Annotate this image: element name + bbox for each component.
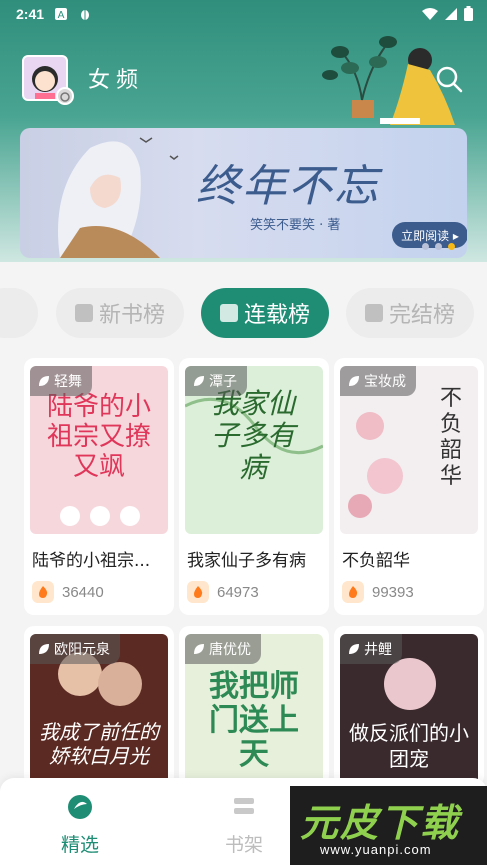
cover-title: 我家仙子多有病	[210, 387, 295, 484]
author-name: 潭子	[209, 374, 237, 390]
banner-author: 笑笑不要笑 · 著	[250, 218, 341, 233]
cover-title: 做反派们的小团宠	[349, 721, 469, 771]
leaf-icon	[349, 644, 359, 654]
channel-title[interactable]: 女频	[88, 62, 144, 94]
author-tag: 欧阳元泉	[30, 634, 120, 664]
rank-tabs: 新书榜 连载榜 完结榜	[0, 262, 487, 357]
pager-dot-active[interactable]	[448, 243, 455, 250]
book-card[interactable]: 不负韶华 宝妆成 不负韶华 99393	[334, 358, 484, 615]
leaf-icon	[39, 376, 49, 386]
book-card[interactable]: 陆爷的小祖宗又撩又飒 轻舞 陆爷的小祖宗... 36440	[24, 358, 174, 615]
fire-icon	[342, 581, 364, 603]
nav-bookshelf[interactable]: 书架	[204, 792, 284, 857]
user-avatar[interactable]	[22, 55, 74, 105]
book-cover[interactable]: 我家仙子多有病 潭子	[185, 366, 323, 534]
fire-icon	[32, 581, 54, 603]
banner-pager	[422, 243, 455, 250]
bug-icon	[78, 7, 92, 21]
book-stats: 36440	[32, 581, 166, 603]
book-stats: 64973	[187, 581, 321, 603]
book-card[interactable]: 做反派们的小团宠 井鲤	[334, 626, 484, 786]
leaf-icon	[194, 376, 204, 386]
cover-title: 陆爷的小祖宗又撩又飒	[46, 392, 151, 482]
author-tag: 轻舞	[30, 366, 92, 396]
battery-icon	[464, 6, 473, 21]
switch-account-icon[interactable]	[56, 87, 74, 105]
book-cover[interactable]: 陆爷的小祖宗又撩又飒 轻舞	[30, 366, 168, 534]
promo-banner[interactable]: 终年不忘 笑笑不要笑 · 著 立即阅读 ▸	[20, 128, 467, 258]
book-stats: 99393	[342, 581, 476, 603]
leaf-icon	[39, 644, 49, 654]
bookshelf-icon	[234, 798, 254, 814]
book-card[interactable]: 我成了前任的娇软白月光 欧阳元泉	[24, 626, 174, 786]
book-title[interactable]: 陆爷的小祖宗...	[32, 546, 166, 571]
author-tag: 潭子	[185, 366, 247, 396]
finished-book-icon	[364, 304, 383, 322]
book-title[interactable]: 不负韶华	[342, 546, 476, 571]
tab-new-books[interactable]: 新书榜	[56, 288, 184, 338]
book-card[interactable]: 我把师门送上天 唐优优	[179, 626, 329, 786]
check-book-icon	[219, 304, 238, 322]
a-badge-icon: A	[54, 7, 68, 21]
leaf-icon	[349, 376, 359, 386]
author-name: 井鲤	[364, 642, 392, 658]
cover-title: 不负韶华	[439, 386, 462, 489]
book-card[interactable]: 我家仙子多有病 潭子 我家仙子多有病 64973	[179, 358, 329, 615]
status-bar: 2:41 A	[0, 0, 487, 28]
nav-featured[interactable]: 精选	[40, 792, 120, 857]
heat-count: 36440	[62, 583, 104, 601]
book-icon	[74, 304, 93, 322]
banner-title: 终年不忘	[196, 161, 380, 212]
author-name: 唐优优	[209, 642, 251, 658]
tab-label: 新书榜	[98, 303, 165, 328]
book-cover[interactable]: 我把师门送上天 唐优优	[185, 634, 323, 786]
cover-title: 我把师门送上天	[209, 669, 299, 772]
heat-count: 64973	[217, 583, 259, 601]
watermark-url: www.yuanpi.com	[320, 842, 432, 857]
banner-illustration	[58, 137, 179, 258]
featured-icon	[68, 795, 92, 819]
search-icon[interactable]	[434, 64, 464, 94]
tab-completed[interactable]: 完结榜	[346, 288, 474, 338]
tab-serializing[interactable]: 连载榜	[201, 288, 329, 338]
heat-count: 99393	[372, 583, 414, 601]
author-tag: 井鲤	[340, 634, 402, 664]
watermark-text: 元皮下载	[300, 800, 461, 845]
svg-text:A: A	[58, 10, 65, 21]
author-name: 轻舞	[54, 374, 82, 390]
book-title[interactable]: 我家仙子多有病	[187, 546, 321, 571]
status-time: 2:41	[16, 6, 45, 22]
tab-label: 连载榜	[243, 303, 310, 328]
author-tag: 唐优优	[185, 634, 261, 664]
wifi-icon	[422, 7, 438, 20]
pager-dot[interactable]	[422, 243, 429, 250]
author-name: 宝妆成	[364, 374, 406, 390]
author-name: 欧阳元泉	[54, 642, 110, 658]
author-tag: 宝妆成	[340, 366, 416, 396]
nav-label: 精选	[60, 834, 99, 856]
book-cover[interactable]: 不负韶华 宝妆成	[340, 366, 478, 534]
fire-icon	[187, 581, 209, 603]
leaf-icon	[194, 644, 204, 654]
signal-icon	[445, 7, 457, 20]
cover-title: 我成了前任的娇软白月光	[39, 720, 159, 768]
tab-previous-partial[interactable]	[0, 288, 38, 338]
tab-label: 完结榜	[388, 303, 455, 328]
book-cover[interactable]: 我成了前任的娇软白月光 欧阳元泉	[30, 634, 168, 786]
site-watermark: 元皮下载 www.yuanpi.com	[290, 786, 487, 865]
nav-label: 书架	[224, 834, 263, 856]
book-cover[interactable]: 做反派们的小团宠 井鲤	[340, 634, 478, 786]
pager-dot[interactable]	[435, 243, 442, 250]
